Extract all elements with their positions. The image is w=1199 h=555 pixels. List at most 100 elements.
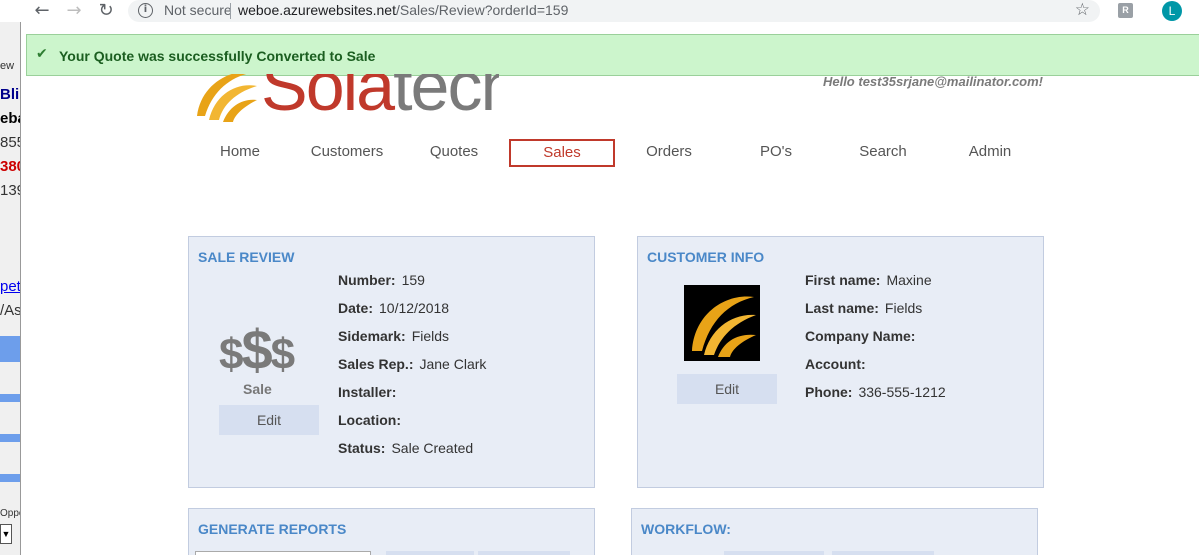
field-label: Sidemark: bbox=[338, 328, 406, 344]
logo-text-gray: tech bbox=[393, 74, 499, 124]
address-bar[interactable]: i Not secure weboe.azurewebsites.net/Sal… bbox=[128, 0, 1100, 22]
sale-review-panel: SALE REVIEW $$$ Sale Edit Number: 159 Dat… bbox=[188, 236, 595, 488]
field-label: Location: bbox=[338, 412, 401, 428]
sale-field-sales-rep: Sales Rep.: Jane Clark bbox=[338, 356, 486, 372]
field-label: Date: bbox=[338, 300, 374, 316]
bg-block bbox=[0, 434, 20, 442]
logo-wordmark: Solatech bbox=[261, 74, 499, 124]
customer-field-last-name: Last name: Fields bbox=[805, 300, 922, 316]
bg-text: Blin bbox=[0, 86, 20, 103]
swirl-logo-icon bbox=[197, 74, 257, 122]
nav-pos[interactable]: PO's bbox=[723, 139, 829, 167]
checkmark-icon: ✔ bbox=[36, 46, 48, 62]
bg-dropdown-arrow-icon: ▼ bbox=[0, 524, 12, 544]
success-message: Your Quote was successfully Converted to… bbox=[59, 48, 376, 64]
report-button[interactable] bbox=[478, 551, 570, 555]
generate-reports-title: GENERATE REPORTS bbox=[198, 521, 347, 537]
customer-field-phone: Phone: 336-555-1212 bbox=[805, 384, 946, 400]
bg-text: /As bbox=[0, 302, 20, 319]
bg-text: 855 bbox=[0, 134, 20, 151]
success-banner: ✔ Your Quote was successfully Converted … bbox=[26, 34, 1199, 76]
browser-toolbar: ← → ↻ i Not secure weboe.azurewebsites.n… bbox=[0, 0, 1199, 22]
logo-text-red: Sola bbox=[261, 74, 395, 124]
customer-info-panel: CUSTOMER INFO Edit First name: Maxine Las… bbox=[637, 236, 1044, 488]
bg-text: 139 bbox=[0, 182, 20, 199]
report-select[interactable] bbox=[195, 551, 371, 555]
field-value: Fields bbox=[884, 300, 923, 316]
swirl-logo-icon bbox=[692, 296, 756, 357]
background-window: ew Blin eba 855 380 139 pet /As Oppo ▼ bbox=[0, 22, 20, 555]
sale-caption: Sale bbox=[243, 381, 272, 397]
bg-block bbox=[0, 394, 20, 402]
url-host: weboe.azurewebsites.net bbox=[238, 2, 396, 18]
workflow-button[interactable] bbox=[724, 551, 824, 555]
field-value: 336-555-1212 bbox=[858, 384, 946, 400]
url-path: /Sales/Review?orderId=159 bbox=[396, 2, 569, 18]
sale-field-location: Location: bbox=[338, 412, 407, 428]
sale-field-date: Date: 10/12/2018 bbox=[338, 300, 449, 316]
web-page: ✔ Your Quote was successfully Converted … bbox=[20, 22, 1199, 555]
customer-field-account: Account: bbox=[805, 356, 872, 372]
nav-search[interactable]: Search bbox=[830, 139, 936, 167]
report-button[interactable] bbox=[386, 551, 474, 555]
field-label: Installer: bbox=[338, 384, 397, 400]
nav-customers[interactable]: Customers bbox=[294, 139, 400, 167]
field-label: Status: bbox=[338, 440, 386, 456]
address-divider bbox=[230, 3, 231, 19]
dollar-sign-icon: $ bbox=[270, 330, 296, 379]
field-value: Sale Created bbox=[391, 440, 474, 456]
workflow-title: WORKFLOW: bbox=[641, 521, 731, 537]
dollar-sign-icon: $ bbox=[219, 330, 244, 379]
sale-review-title: SALE REVIEW bbox=[198, 249, 295, 265]
nav-sales[interactable]: Sales bbox=[509, 139, 615, 167]
bg-block bbox=[0, 336, 20, 362]
edit-customer-button[interactable]: Edit bbox=[677, 374, 777, 404]
field-value: 10/12/2018 bbox=[379, 300, 450, 316]
field-label: Number: bbox=[338, 272, 396, 288]
bg-text: pet bbox=[0, 278, 20, 295]
nav-quotes[interactable]: Quotes bbox=[401, 139, 507, 167]
sale-field-status: Status: Sale Created bbox=[338, 440, 473, 456]
field-value: 159 bbox=[401, 272, 425, 288]
field-label: Sales Rep.: bbox=[338, 356, 414, 372]
workflow-panel: WORKFLOW: bbox=[631, 508, 1038, 555]
workflow-button[interactable] bbox=[832, 551, 934, 555]
back-icon[interactable]: ← bbox=[32, 1, 52, 21]
forward-icon[interactable]: → bbox=[64, 1, 84, 21]
customer-field-first-name: First name: Maxine bbox=[805, 272, 932, 288]
info-icon[interactable]: i bbox=[138, 3, 153, 18]
nav-admin[interactable]: Admin bbox=[937, 139, 1043, 167]
customer-info-title: CUSTOMER INFO bbox=[647, 249, 765, 265]
sale-field-installer: Installer: bbox=[338, 384, 402, 400]
bg-text: eba bbox=[0, 110, 20, 127]
user-greeting: Hello test35srjane@mailinator.com! bbox=[822, 74, 1043, 89]
sale-field-sidemark: Sidemark: Fields bbox=[338, 328, 449, 344]
sale-field-number: Number: 159 bbox=[338, 272, 425, 288]
field-value: Maxine bbox=[886, 272, 932, 288]
nav-orders[interactable]: Orders bbox=[616, 139, 722, 167]
bookmark-star-icon[interactable]: ☆ bbox=[1075, 0, 1090, 20]
bg-text: 380 bbox=[0, 158, 20, 175]
customer-field-company: Company Name: bbox=[805, 328, 921, 344]
field-value: Fields bbox=[411, 328, 450, 344]
nav-home[interactable]: Home bbox=[187, 139, 293, 167]
reload-icon[interactable]: ↻ bbox=[96, 1, 116, 21]
field-label: Phone: bbox=[805, 384, 853, 400]
bg-text: ew bbox=[0, 60, 15, 72]
bg-block bbox=[0, 474, 20, 482]
bg-text: Oppo bbox=[0, 508, 20, 519]
extension-icon[interactable]: R bbox=[1118, 3, 1133, 18]
dollar-sign-icon: $ bbox=[241, 318, 272, 381]
field-label: Account: bbox=[805, 356, 866, 372]
company-logo[interactable]: Solatech bbox=[189, 74, 499, 124]
dollar-sale-icon: $$$ bbox=[219, 317, 296, 382]
field-label: Company Name: bbox=[805, 328, 916, 344]
edit-sale-button[interactable]: Edit bbox=[219, 405, 319, 435]
generate-reports-panel: GENERATE REPORTS bbox=[188, 508, 595, 555]
field-value: Jane Clark bbox=[419, 356, 487, 372]
customer-logo bbox=[684, 285, 760, 361]
field-label: First name: bbox=[805, 272, 881, 288]
profile-avatar[interactable]: L bbox=[1162, 1, 1182, 21]
security-label[interactable]: Not secure bbox=[164, 2, 232, 18]
url-text[interactable]: weboe.azurewebsites.net/Sales/Review?ord… bbox=[238, 2, 568, 18]
